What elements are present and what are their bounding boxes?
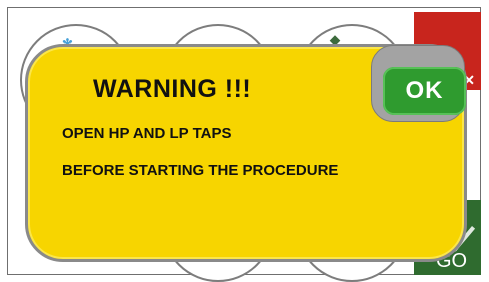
warning-title: WARNING !!! [93,75,252,103]
warning-message-line-2: BEFORE STARTING THE PROCEDURE [62,162,339,179]
warning-message-line-1: OPEN HP AND LP TAPS [62,125,232,142]
ok-button[interactable]: OK [383,67,466,115]
